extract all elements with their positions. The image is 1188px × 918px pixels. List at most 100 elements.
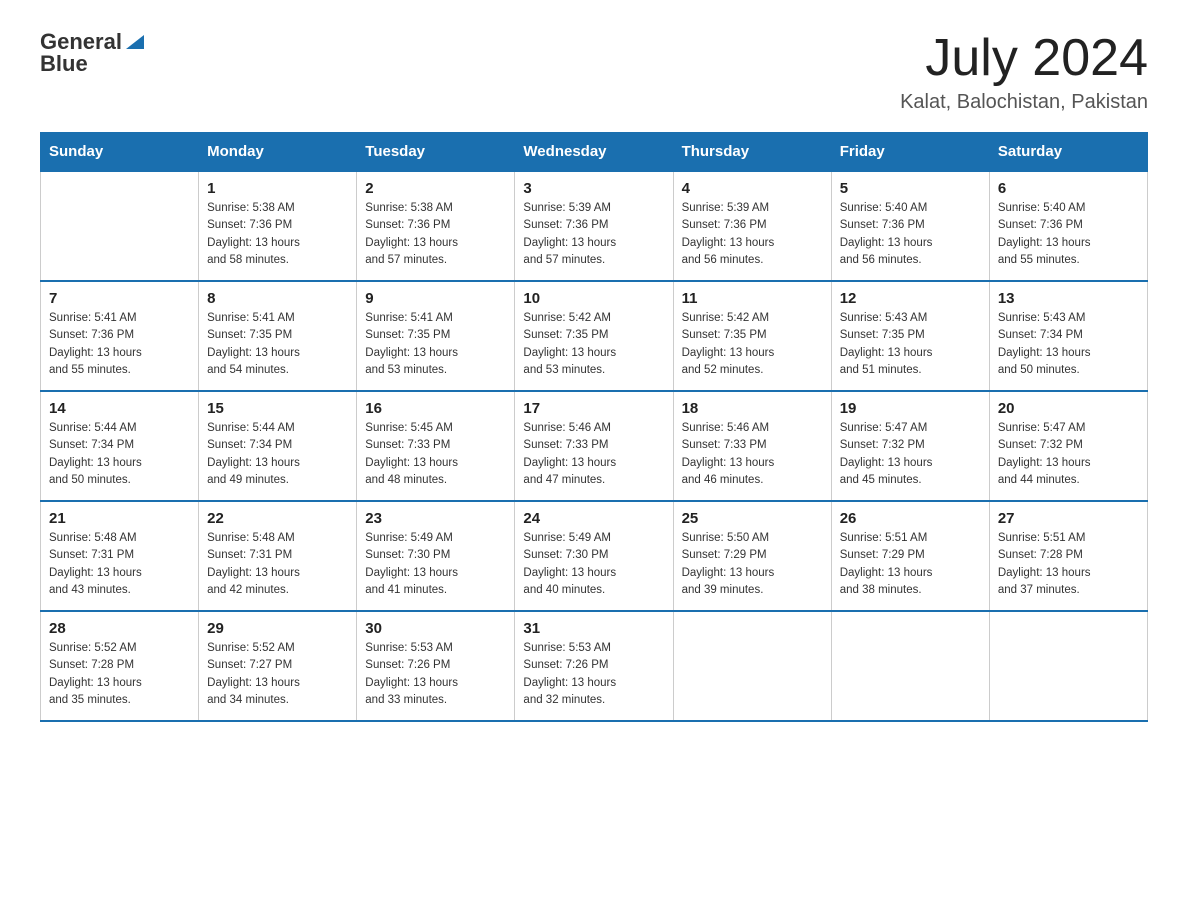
location-subtitle: Kalat, Balochistan, Pakistan [900,91,1148,114]
day-info: Sunrise: 5:39 AM Sunset: 7:36 PM Dayligh… [682,200,823,269]
day-number: 10 [523,290,664,307]
calendar-cell: 4 Sunrise: 5:39 AM Sunset: 7:36 PM Daylig… [673,171,831,281]
day-number: 29 [207,620,348,637]
day-number: 19 [840,400,981,417]
day-number: 4 [682,180,823,197]
day-number: 13 [998,290,1139,307]
day-info: Sunrise: 5:40 AM Sunset: 7:36 PM Dayligh… [998,200,1139,269]
day-info: Sunrise: 5:48 AM Sunset: 7:31 PM Dayligh… [207,530,348,599]
day-number: 23 [365,510,506,527]
day-info: Sunrise: 5:44 AM Sunset: 7:34 PM Dayligh… [49,420,190,489]
day-info: Sunrise: 5:41 AM Sunset: 7:36 PM Dayligh… [49,310,190,379]
calendar-cell: 15 Sunrise: 5:44 AM Sunset: 7:34 PM Dayli… [199,391,357,501]
calendar-cell: 2Sunrise: 5:38 AM Sunset: 7:36 PM Daylig… [357,171,515,281]
calendar-week-row: 1 Sunrise: 5:38 AM Sunset: 7:36 PM Daylig… [41,171,1148,281]
calendar-cell: 18 Sunrise: 5:46 AM Sunset: 7:33 PM Dayli… [673,391,831,501]
day-info: Sunrise: 5:42 AM Sunset: 7:35 PM Dayligh… [523,310,664,379]
col-header-tuesday: Tuesday [357,133,515,172]
day-number: 11 [682,290,823,307]
day-info: Sunrise: 5:42 AM Sunset: 7:35 PM Dayligh… [682,310,823,379]
day-number: 21 [49,510,190,527]
calendar-cell: 1 Sunrise: 5:38 AM Sunset: 7:36 PM Daylig… [199,171,357,281]
calendar-cell: 10 Sunrise: 5:42 AM Sunset: 7:35 PM Dayli… [515,281,673,391]
calendar-cell: 26Sunrise: 5:51 AM Sunset: 7:29 PM Dayli… [831,501,989,611]
day-number: 31 [523,620,664,637]
day-number: 1 [207,180,348,197]
calendar-cell: 21 Sunrise: 5:48 AM Sunset: 7:31 PM Dayli… [41,501,199,611]
calendar-cell [989,611,1147,721]
day-number: 24 [523,510,664,527]
day-info: Sunrise: 5:48 AM Sunset: 7:31 PM Dayligh… [49,530,190,599]
day-info: Sunrise: 5:43 AM Sunset: 7:35 PM Dayligh… [840,310,981,379]
day-number: 28 [49,620,190,637]
calendar-cell: 11 Sunrise: 5:42 AM Sunset: 7:35 PM Dayli… [673,281,831,391]
day-number: 17 [523,400,664,417]
day-info: Sunrise: 5:52 AM Sunset: 7:28 PM Dayligh… [49,640,190,709]
calendar-cell: 25 Sunrise: 5:50 AM Sunset: 7:29 PM Dayli… [673,501,831,611]
calendar-cell: 22 Sunrise: 5:48 AM Sunset: 7:31 PM Dayli… [199,501,357,611]
col-header-monday: Monday [199,133,357,172]
day-number: 27 [998,510,1139,527]
day-number: 6 [998,180,1139,197]
day-info: Sunrise: 5:44 AM Sunset: 7:34 PM Dayligh… [207,420,348,489]
day-number: 22 [207,510,348,527]
calendar-cell: 28 Sunrise: 5:52 AM Sunset: 7:28 PM Dayli… [41,611,199,721]
calendar-cell: 3Sunrise: 5:39 AM Sunset: 7:36 PM Daylig… [515,171,673,281]
day-info: Sunrise: 5:49 AM Sunset: 7:30 PM Dayligh… [365,530,506,599]
month-title: July 2024 [900,30,1148,87]
calendar-cell: 8 Sunrise: 5:41 AM Sunset: 7:35 PM Daylig… [199,281,357,391]
calendar-cell: 12Sunrise: 5:43 AM Sunset: 7:35 PM Dayli… [831,281,989,391]
calendar-cell: 6 Sunrise: 5:40 AM Sunset: 7:36 PM Daylig… [989,171,1147,281]
day-info: Sunrise: 5:47 AM Sunset: 7:32 PM Dayligh… [998,420,1139,489]
day-number: 18 [682,400,823,417]
day-info: Sunrise: 5:38 AM Sunset: 7:36 PM Dayligh… [207,200,348,269]
day-number: 15 [207,400,348,417]
day-info: Sunrise: 5:43 AM Sunset: 7:34 PM Dayligh… [998,310,1139,379]
day-info: Sunrise: 5:50 AM Sunset: 7:29 PM Dayligh… [682,530,823,599]
calendar-cell: 23 Sunrise: 5:49 AM Sunset: 7:30 PM Dayli… [357,501,515,611]
day-info: Sunrise: 5:47 AM Sunset: 7:32 PM Dayligh… [840,420,981,489]
calendar-header-row: SundayMondayTuesdayWednesdayThursdayFrid… [41,133,1148,172]
day-info: Sunrise: 5:51 AM Sunset: 7:28 PM Dayligh… [998,530,1139,599]
calendar-week-row: 21 Sunrise: 5:48 AM Sunset: 7:31 PM Dayli… [41,501,1148,611]
page-header: General Blue July 2024 Kalat, Balochista… [40,30,1148,114]
day-info: Sunrise: 5:40 AM Sunset: 7:36 PM Dayligh… [840,200,981,269]
col-header-saturday: Saturday [989,133,1147,172]
day-info: Sunrise: 5:41 AM Sunset: 7:35 PM Dayligh… [207,310,348,379]
calendar-cell: 7 Sunrise: 5:41 AM Sunset: 7:36 PM Daylig… [41,281,199,391]
calendar-cell: 5Sunrise: 5:40 AM Sunset: 7:36 PM Daylig… [831,171,989,281]
day-number: 8 [207,290,348,307]
day-number: 3 [523,180,664,197]
day-number: 16 [365,400,506,417]
calendar-week-row: 14 Sunrise: 5:44 AM Sunset: 7:34 PM Dayli… [41,391,1148,501]
day-info: Sunrise: 5:46 AM Sunset: 7:33 PM Dayligh… [682,420,823,489]
day-number: 25 [682,510,823,527]
calendar-cell: 17 Sunrise: 5:46 AM Sunset: 7:33 PM Dayli… [515,391,673,501]
col-header-thursday: Thursday [673,133,831,172]
day-number: 7 [49,290,190,307]
col-header-sunday: Sunday [41,133,199,172]
calendar-cell [673,611,831,721]
calendar-cell: 19 Sunrise: 5:47 AM Sunset: 7:32 PM Dayli… [831,391,989,501]
day-info: Sunrise: 5:46 AM Sunset: 7:33 PM Dayligh… [523,420,664,489]
calendar-table: SundayMondayTuesdayWednesdayThursdayFrid… [40,132,1148,722]
calendar-cell: 31 Sunrise: 5:53 AM Sunset: 7:26 PM Dayli… [515,611,673,721]
day-number: 20 [998,400,1139,417]
calendar-cell: 30Sunrise: 5:53 AM Sunset: 7:26 PM Dayli… [357,611,515,721]
title-area: July 2024 Kalat, Balochistan, Pakistan [900,30,1148,114]
calendar-cell [41,171,199,281]
day-info: Sunrise: 5:41 AM Sunset: 7:35 PM Dayligh… [365,310,506,379]
calendar-week-row: 28 Sunrise: 5:52 AM Sunset: 7:28 PM Dayli… [41,611,1148,721]
logo-triangle-icon [124,31,146,53]
day-info: Sunrise: 5:52 AM Sunset: 7:27 PM Dayligh… [207,640,348,709]
calendar-cell: 24Sunrise: 5:49 AM Sunset: 7:30 PM Dayli… [515,501,673,611]
calendar-week-row: 7 Sunrise: 5:41 AM Sunset: 7:36 PM Daylig… [41,281,1148,391]
calendar-cell: 13 Sunrise: 5:43 AM Sunset: 7:34 PM Dayli… [989,281,1147,391]
calendar-cell: 16 Sunrise: 5:45 AM Sunset: 7:33 PM Dayli… [357,391,515,501]
calendar-cell [831,611,989,721]
day-info: Sunrise: 5:51 AM Sunset: 7:29 PM Dayligh… [840,530,981,599]
day-info: Sunrise: 5:45 AM Sunset: 7:33 PM Dayligh… [365,420,506,489]
day-info: Sunrise: 5:53 AM Sunset: 7:26 PM Dayligh… [365,640,506,709]
day-number: 14 [49,400,190,417]
day-info: Sunrise: 5:53 AM Sunset: 7:26 PM Dayligh… [523,640,664,709]
